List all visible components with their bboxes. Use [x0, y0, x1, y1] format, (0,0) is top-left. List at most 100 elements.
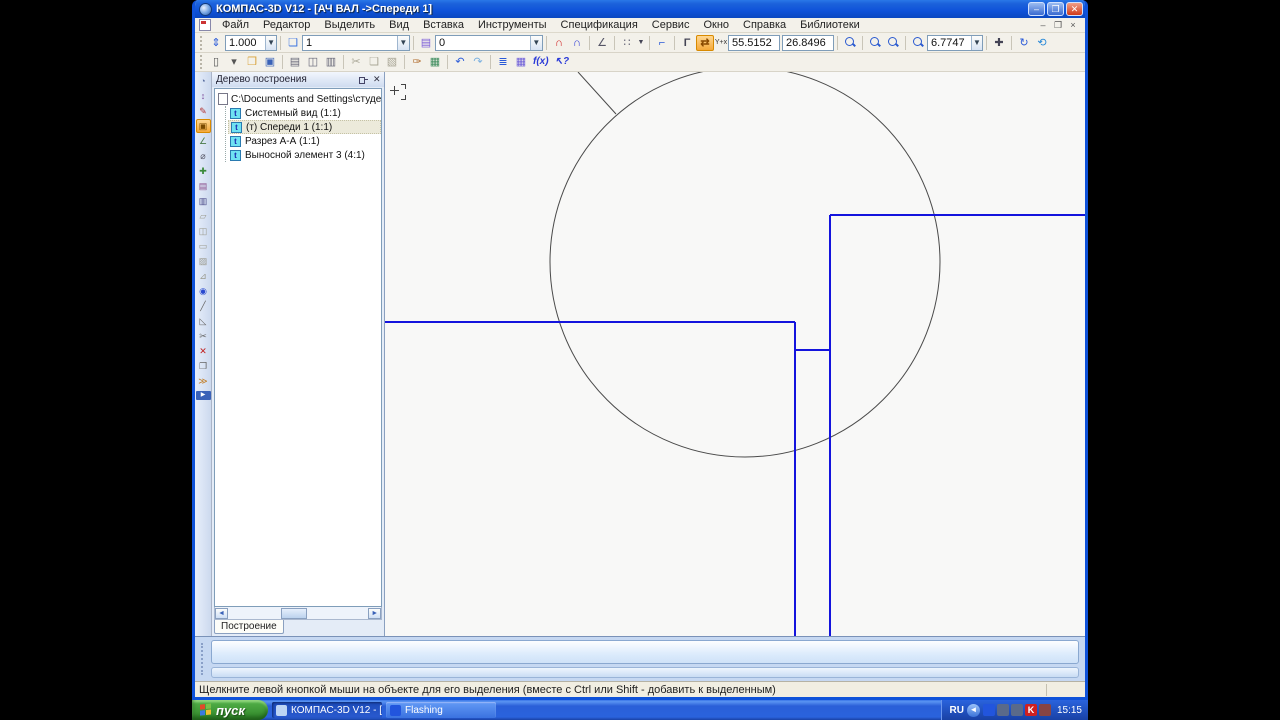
compact-overflow-icon[interactable]: ▶ [196, 391, 211, 400]
tree-item-1[interactable]: t(т) Спереди 1 (1:1) [228, 120, 381, 134]
drawing-canvas[interactable] [385, 72, 1085, 636]
tree-root-item[interactable]: C:\Documents and Settings\студе [218, 92, 381, 106]
tray-chevron-icon[interactable]: ◄ [967, 704, 980, 717]
coord-y-field[interactable]: 26.8496 [782, 35, 834, 51]
fx-button[interactable]: f(x) [530, 54, 552, 70]
tree-item-0[interactable]: tСистемный вид (1:1) [228, 106, 381, 120]
toolbar-grip[interactable] [200, 36, 204, 50]
zoom-combo[interactable]: ▼ [927, 35, 983, 51]
tree-close-icon[interactable]: ✕ [371, 74, 382, 85]
scroll-left-icon[interactable]: ◄ [215, 608, 228, 619]
rounding-mode-icon[interactable]: ⇄ [696, 35, 714, 51]
pin-icon[interactable] [358, 75, 368, 85]
preview-button[interactable]: ◫ [304, 54, 322, 70]
new-document-button[interactable]: ▯ [207, 54, 225, 70]
scroll-thumb[interactable] [281, 608, 307, 619]
tab-construction[interactable]: Построение [214, 620, 284, 634]
tree-item-2[interactable]: tРазрез А-А (1:1) [228, 134, 381, 148]
scroll-right-icon[interactable]: ► [368, 608, 381, 619]
frame-tool[interactable]: ▭ [196, 239, 211, 253]
measure-tool[interactable]: ⌀ [196, 149, 211, 163]
layer-input[interactable] [436, 36, 530, 50]
menu-Справка[interactable]: Справка [736, 18, 793, 32]
copy-tool[interactable]: ❐ [196, 359, 211, 373]
mdi-minimize-button[interactable]: – [1037, 20, 1049, 31]
menu-Сервис[interactable]: Сервис [645, 18, 697, 32]
views-tool[interactable]: ▣ [196, 119, 211, 133]
menu-Вид[interactable]: Вид [382, 18, 416, 32]
redo-button[interactable]: ↷ [469, 54, 487, 70]
menu-Инструменты[interactable]: Инструменты [471, 18, 554, 32]
archive-icon[interactable] [1039, 704, 1051, 716]
chevron-down-icon[interactable]: ▼ [265, 36, 276, 50]
copy-view-tool[interactable]: ◫ [196, 224, 211, 238]
insert-view-tool[interactable]: ◉ [196, 284, 211, 298]
cut-button[interactable]: ✂ [347, 54, 365, 70]
grid-icon[interactable]: ∷ [618, 35, 636, 51]
network-icon-2[interactable] [1011, 704, 1023, 716]
menu-Выделить[interactable]: Выделить [317, 18, 382, 32]
language-indicator[interactable]: RU [950, 705, 964, 716]
designations-tool[interactable]: ✎ [196, 104, 211, 118]
format-brush-button[interactable]: ✑ [408, 54, 426, 70]
delete-tool[interactable]: ✕ [196, 344, 211, 358]
flashing-tray-icon[interactable] [983, 704, 995, 716]
local-cs-icon[interactable]: ⌐ [653, 35, 671, 51]
view-number-input[interactable] [303, 36, 397, 50]
rebuild-icon[interactable]: ⟲ [1033, 35, 1051, 51]
zoom-scale-icon[interactable] [909, 35, 927, 51]
specification-tool[interactable]: ▤ [196, 179, 211, 193]
menu-Редактор[interactable]: Редактор [256, 18, 317, 32]
chamfer-tool[interactable]: ⊿ [196, 269, 211, 283]
context-help-button[interactable]: ↖? [552, 54, 573, 70]
print-button[interactable]: ▤ [286, 54, 304, 70]
chevron-down-icon[interactable]: ▼ [971, 36, 982, 50]
geometry-tool[interactable]: ◔ [196, 74, 211, 88]
snaps-toggle-icon[interactable]: ∩ [568, 35, 586, 51]
refresh-view-icon[interactable]: ↻ [1015, 35, 1033, 51]
library-manager-button[interactable]: ▦ [512, 54, 530, 70]
reports-tool[interactable]: ▥ [196, 194, 211, 208]
toolbar-grip[interactable] [200, 55, 204, 69]
properties-button[interactable]: ▦ [426, 54, 444, 70]
menu-Спецификация[interactable]: Спецификация [554, 18, 645, 32]
new-dropdown[interactable]: ▾ [225, 54, 243, 70]
menu-Вставка[interactable]: Вставка [416, 18, 471, 32]
menu-Библиотеки[interactable]: Библиотеки [793, 18, 867, 32]
zoom-out-icon[interactable] [866, 35, 884, 51]
save-button[interactable]: ▣ [261, 54, 279, 70]
copy-button[interactable]: ❏ [365, 54, 383, 70]
dimensions-tool[interactable]: ↕ [196, 89, 211, 103]
zoom-area-icon[interactable] [841, 35, 859, 51]
close-button[interactable]: ✕ [1066, 2, 1083, 16]
trim-tool[interactable]: ✂ [196, 329, 211, 343]
chevron-down-icon[interactable]: ▼ [530, 36, 542, 50]
zoom-input[interactable] [928, 36, 971, 50]
zoom-in-icon[interactable] [884, 35, 902, 51]
scale-combo[interactable]: ▼ [225, 35, 277, 51]
triangle-tool[interactable]: ◺ [196, 314, 211, 328]
menu-Окно[interactable]: Окно [696, 18, 736, 32]
ortho-drawing-icon[interactable]: Γ [678, 35, 696, 51]
tree-item-3[interactable]: tВыносной элемент 3 (4:1) [228, 148, 381, 162]
network-icon[interactable] [997, 704, 1009, 716]
mdi-close-button[interactable]: × [1067, 20, 1079, 31]
scroll-track[interactable] [228, 608, 368, 619]
angle-icon[interactable]: ∠ [593, 35, 611, 51]
restore-button[interactable]: ❐ [1047, 2, 1064, 16]
variables-button[interactable]: ≣ [494, 54, 512, 70]
pan-icon[interactable]: ✚ [990, 35, 1008, 51]
constraints-tool[interactable]: ≫ [196, 374, 211, 388]
scale-input[interactable] [226, 36, 265, 50]
start-button[interactable]: пуск [192, 700, 268, 720]
chevron-down-icon[interactable]: ▼ [397, 36, 409, 50]
task-button-1[interactable]: Flashing [386, 702, 496, 718]
snap-settings-icon[interactable]: ∩ [550, 35, 568, 51]
minimize-button[interactable]: – [1028, 2, 1045, 16]
selection-tool[interactable]: ✚ [196, 164, 211, 178]
menu-Файл[interactable]: Файл [215, 18, 256, 32]
segment-tool[interactable]: ╱ [196, 299, 211, 313]
print-tool[interactable]: ▱ [196, 209, 211, 223]
paste-button[interactable]: ▧ [383, 54, 401, 70]
title-bar[interactable]: КОМПАС-3D V12 - [АЧ ВАЛ ->Спереди 1] – ❐… [195, 0, 1085, 18]
